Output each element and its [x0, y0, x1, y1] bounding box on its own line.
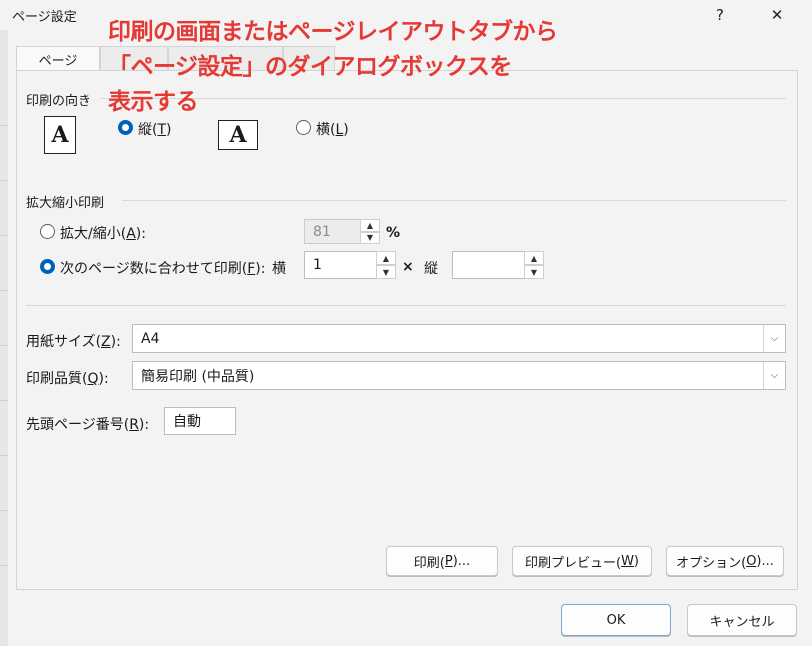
first-page-number-input[interactable]: 自動: [164, 407, 236, 435]
spin-up-icon[interactable]: ▲: [524, 251, 544, 265]
print-quality-value: 簡易印刷 (中品質): [141, 368, 255, 385]
annotation-line-2: 「ページ設定」のダイアログボックスを: [108, 54, 512, 80]
pages-tall-spinner[interactable]: ▲ ▼: [524, 251, 544, 279]
scaling-divider: [122, 200, 786, 201]
tab-page-label: ページ: [38, 54, 78, 69]
orientation-group-label: 印刷の向き: [26, 94, 92, 109]
section-divider: [26, 305, 786, 306]
portrait-radio-label[interactable]: 縦(T): [138, 119, 172, 139]
pages-wide-spinner[interactable]: ▲ ▼: [376, 251, 396, 279]
options-button[interactable]: オプション(O)...: [666, 546, 784, 576]
print-quality-select[interactable]: 簡易印刷 (中品質) ⌵: [132, 361, 786, 390]
annotation-line-1: 印刷の画面またはページレイアウトタブから: [108, 19, 558, 45]
fit-to-label[interactable]: 次のページ数に合わせて印刷(F):: [60, 258, 265, 278]
background-sheet-edge: [0, 30, 8, 646]
paper-size-value: A4: [141, 330, 160, 347]
first-page-number-label: 先頭ページ番号(R):: [26, 417, 150, 433]
paper-size-select[interactable]: A4 ⌵: [132, 324, 786, 353]
spin-down-icon[interactable]: ▼: [376, 265, 396, 279]
spin-down-icon[interactable]: ▼: [524, 265, 544, 279]
landscape-radio[interactable]: [296, 120, 311, 135]
adjust-percent-input: 81: [304, 219, 362, 244]
adjust-to-label[interactable]: 拡大/縮小(A):: [60, 223, 146, 243]
chevron-down-icon[interactable]: ⌵: [763, 362, 785, 389]
chevron-down-icon[interactable]: ⌵: [763, 325, 785, 352]
cancel-button[interactable]: キャンセル: [687, 604, 797, 636]
fit-to-radio[interactable]: [40, 259, 55, 274]
print-quality-label: 印刷品質(Q):: [26, 371, 109, 387]
tab-page[interactable]: ページ: [16, 46, 100, 72]
pages-tall-label: 縦: [424, 261, 438, 277]
print-preview-button[interactable]: 印刷プレビュー(W): [512, 546, 652, 576]
print-button[interactable]: 印刷(P)...: [386, 546, 498, 576]
orientation-divider: [100, 98, 786, 99]
ok-button[interactable]: OK: [561, 604, 671, 636]
landscape-page-icon: A: [218, 120, 258, 150]
landscape-radio-label[interactable]: 横(L): [316, 119, 349, 139]
help-button[interactable]: ?: [700, 0, 740, 30]
scaling-group-label: 拡大縮小印刷: [26, 196, 105, 211]
pages-wide-input[interactable]: 1: [304, 251, 378, 279]
percent-unit: %: [386, 225, 401, 241]
times-sign: ×: [402, 259, 414, 275]
spin-down-icon: ▼: [360, 231, 380, 244]
spin-up-icon: ▲: [360, 219, 380, 232]
close-button[interactable]: ✕: [757, 0, 797, 30]
pages-wide-label: 横: [272, 261, 286, 277]
adjust-to-radio[interactable]: [40, 224, 55, 239]
annotation-line-3: 表示する: [108, 89, 199, 115]
spin-up-icon[interactable]: ▲: [376, 251, 396, 265]
adjust-percent-spinner: ▲ ▼: [360, 219, 380, 244]
dialog-title: ページ設定: [12, 10, 77, 25]
paper-size-label: 用紙サイズ(Z):: [26, 334, 121, 350]
portrait-radio[interactable]: [118, 120, 133, 135]
portrait-page-icon: A: [44, 116, 76, 154]
pages-tall-input[interactable]: [452, 251, 526, 279]
